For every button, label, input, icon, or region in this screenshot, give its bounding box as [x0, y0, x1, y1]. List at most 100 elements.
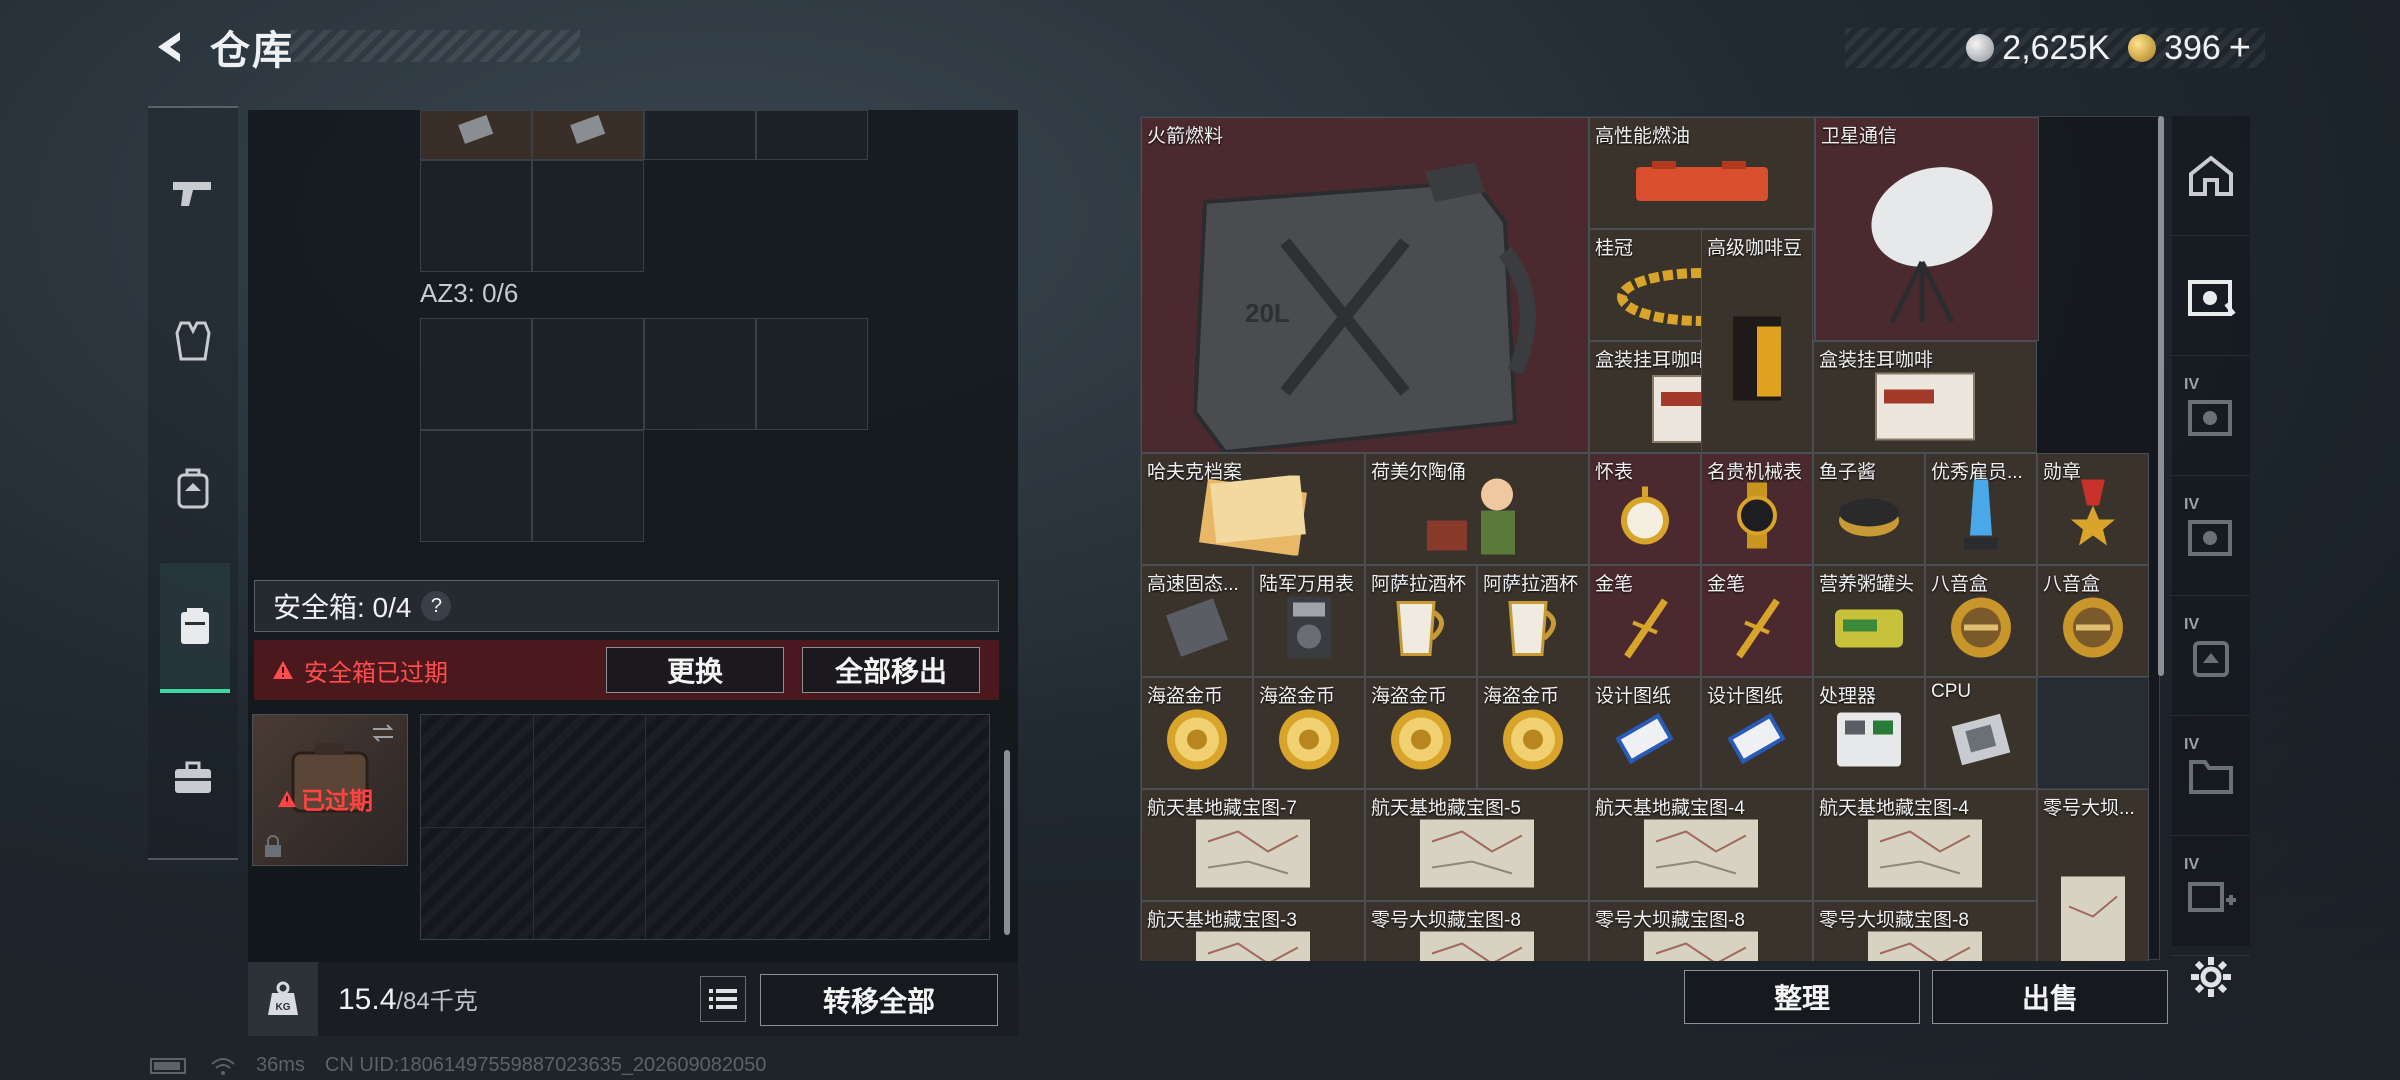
stash-item[interactable]: 金笔 [1589, 565, 1701, 677]
stash-item[interactable]: 阿萨拉酒杯 [1477, 565, 1589, 677]
stash-tab-all[interactable] [2172, 116, 2250, 236]
stash-item-rocket-fuel[interactable]: 火箭燃料 20L [1141, 117, 1589, 453]
stash-item[interactable]: 设计图纸 [1701, 677, 1813, 789]
az3-slot[interactable] [420, 430, 532, 542]
az3-slot[interactable] [756, 318, 868, 430]
stash-item[interactable]: 高速固态... [1141, 565, 1253, 677]
az3-slot[interactable] [644, 318, 756, 430]
stash-item[interactable]: 盒装挂耳咖啡 [1813, 341, 2037, 453]
az3-slot[interactable] [532, 430, 644, 542]
stash-item[interactable]: 荷美尔陶俑 [1365, 453, 1589, 565]
stash-item[interactable]: 航天基地藏宝图-7 [1141, 789, 1365, 901]
stash-tab-3[interactable]: IV [2172, 476, 2250, 596]
stash-item[interactable]: 航天基地藏宝图-3 [1141, 901, 1365, 961]
sell-button[interactable]: 出售 [1932, 970, 2168, 1024]
stash-item[interactable]: 航天基地藏宝图-4 [1589, 789, 1813, 901]
replace-button[interactable]: 更换 [606, 647, 784, 693]
stash-grid: 火箭燃料 20L 高性能燃油 卫星通信 桂冠 盒装挂耳咖啡 高级咖啡豆 盒装挂耳咖… [1141, 117, 2157, 961]
stash-tab-1[interactable] [2172, 236, 2250, 356]
transfer-all-button[interactable]: 转移全部 [760, 974, 998, 1026]
item-thumb-icon [458, 115, 494, 144]
stash-item[interactable]: 零号大坝藏宝图-8 [1813, 901, 2037, 961]
safe-case-slot[interactable]: 已过期 [252, 714, 408, 866]
stash-item[interactable]: 航天基地藏宝图-4 [1813, 789, 2037, 901]
stash-item[interactable]: 八音盒 [1925, 565, 2037, 677]
title-decoration [290, 30, 580, 62]
gear-icon[interactable] [2186, 952, 2236, 1002]
rail-vest[interactable] [148, 276, 238, 406]
inventory-slot[interactable] [756, 110, 868, 160]
rail-case[interactable] [148, 713, 238, 843]
stash-item[interactable]: 优秀雇员... [1925, 453, 2037, 565]
stash-scrollbar[interactable] [2158, 116, 2164, 676]
sort-button[interactable]: 整理 [1684, 970, 1920, 1024]
stash-item[interactable]: 零号大坝... [2037, 789, 2149, 961]
help-button[interactable]: ? [421, 591, 452, 621]
stash-item[interactable]: 阿萨拉酒杯 [1365, 565, 1477, 677]
silver-coin-icon [1966, 34, 1995, 62]
stash-item-satellite-comm[interactable]: 卫星通信 [1815, 117, 2039, 341]
processor-icon [1829, 704, 1909, 779]
stash-item[interactable]: 怀表 [1589, 453, 1701, 565]
safe-box-grid[interactable] [420, 714, 990, 940]
warning-icon [278, 790, 296, 807]
stash-item[interactable]: CPU [1925, 677, 2037, 789]
stash-item[interactable]: 营养粥罐头 [1813, 565, 1925, 677]
stash-tab-add[interactable]: IV [2172, 836, 2250, 956]
item-name: 高速固态... [1147, 574, 1239, 595]
map-icon [1188, 923, 1318, 961]
stash-tab-5[interactable]: IV [2172, 716, 2250, 836]
stash-item-high-perf-fuel[interactable]: 高性能燃油 [1589, 117, 1815, 229]
inventory-slot[interactable] [532, 110, 644, 160]
az3-slot[interactable] [420, 318, 532, 430]
inventory-slot[interactable] [420, 110, 532, 160]
inventory-slot[interactable] [532, 160, 644, 272]
ping-text: 36ms [256, 1054, 305, 1076]
back-arrow-icon[interactable] [150, 26, 192, 68]
stash-item[interactable]: 海盗金币 [1141, 677, 1253, 789]
rail-safe-box[interactable] [160, 563, 230, 693]
az3-slot[interactable] [532, 318, 644, 430]
map-icon [1412, 923, 1542, 961]
stash-item[interactable]: 零号大坝藏宝图-8 [1589, 901, 1813, 961]
move-all-out-button[interactable]: 全部移出 [802, 647, 980, 693]
stash-item[interactable]: 海盗金币 [1253, 677, 1365, 789]
list-view-button[interactable] [700, 976, 746, 1022]
pen-icon [1615, 592, 1675, 667]
pen-icon [1727, 592, 1787, 667]
stash-item[interactable]: 哈夫克档案 [1141, 453, 1365, 565]
inventory-slot[interactable] [420, 160, 532, 272]
house-icon [2189, 154, 2233, 196]
stash-item[interactable]: 鱼子酱 [1813, 453, 1925, 565]
inventory-slot[interactable] [644, 110, 756, 160]
stash-item[interactable]: 处理器 [1813, 677, 1925, 789]
stash-tab-4[interactable]: IV [2172, 596, 2250, 716]
rail-weapon[interactable] [148, 128, 238, 258]
item-name: 桂冠 [1595, 238, 1634, 259]
stash-item[interactable]: 航天基地藏宝图-5 [1365, 789, 1589, 901]
stash-item[interactable]: 勋章 [2037, 453, 2149, 565]
stash-item[interactable]: 陆军万用表 [1253, 565, 1365, 677]
stash-item[interactable]: 名贵机械表 [1701, 453, 1813, 565]
caviar-icon [1834, 490, 1904, 545]
stash-item[interactable]: 海盗金币 [1365, 677, 1477, 789]
stash-item[interactable]: 高级咖啡豆 [1701, 229, 1813, 453]
item-thumb-icon [570, 115, 606, 144]
item-name: 设计图纸 [1707, 686, 1784, 707]
briefcase-icon [175, 761, 211, 793]
add-currency-button[interactable]: + [2229, 27, 2251, 70]
weight-current: 15.4 [338, 983, 397, 1016]
stash-item[interactable]: 金笔 [1701, 565, 1813, 677]
stash-item[interactable]: 零号大坝藏宝图-8 [1365, 901, 1589, 961]
stash-item[interactable]: 海盗金币 [1477, 677, 1589, 789]
inventory-scrollbar[interactable] [1004, 750, 1010, 935]
item-name: 鱼子酱 [1819, 462, 1877, 483]
stash-empty-slot[interactable] [2037, 677, 2149, 789]
stash-item[interactable]: 八音盒 [2037, 565, 2149, 677]
cpu-icon [1946, 709, 2016, 774]
stash-tab-2[interactable]: IV [2172, 356, 2250, 476]
silver-currency: 2,625K [1966, 29, 2110, 68]
stash-item[interactable]: 设计图纸 [1589, 677, 1701, 789]
currency-bar: 2,625K 396 + [1845, 27, 2265, 70]
rail-backpack[interactable] [148, 423, 238, 553]
